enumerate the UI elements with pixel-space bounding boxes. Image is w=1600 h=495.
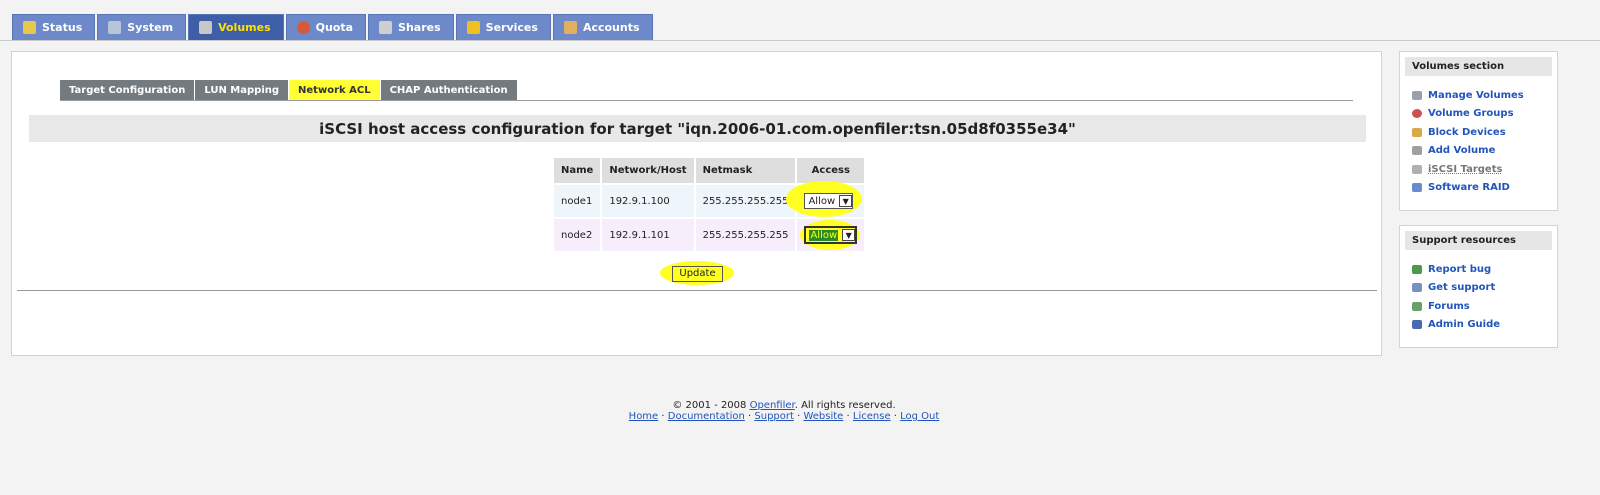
access-select[interactable]: Allow ▼ [804,226,858,244]
tab-services[interactable]: Services [455,14,551,40]
footer-links: Home · Documentation · Support · Website… [628,411,940,422]
iscsi-icon [1412,164,1422,174]
footer-link-documentation[interactable]: Documentation [668,411,745,422]
support-resources-box: Support resources Report bug Get support… [1399,225,1558,348]
sidebar-item-admin-guide[interactable]: Admin Guide [1412,316,1557,335]
openfiler-link[interactable]: Openfiler [750,400,795,411]
volumes-section-heading: Volumes section [1405,57,1552,76]
access-select-wrap: Allow ▼ [800,220,861,250]
support-icon [1412,283,1422,293]
column-header-name: Name [554,158,601,183]
sidebar-item-manage-volumes[interactable]: Manage Volumes [1412,86,1557,105]
main-panel: Target Configuration LUN Mapping Network… [11,51,1382,356]
sidebar-link[interactable]: Get support [1428,282,1495,293]
footer-link-home[interactable]: Home [629,411,659,422]
forums-icon [1412,301,1422,311]
access-select-wrap: Allow ▼ [786,181,863,217]
copyright-prefix: © 2001 - 2008 [672,400,750,411]
sidebar-link[interactable]: iSCSI Targets [1428,164,1502,175]
row-name: node2 [554,219,601,251]
subtab-target-configuration[interactable]: Target Configuration [60,80,195,100]
row-host: 192.9.1.101 [602,219,694,251]
row-netmask: 255.255.255.255 [695,219,796,251]
subnav-divider [60,100,1353,101]
subtab-lun-mapping[interactable]: LUN Mapping [195,80,289,100]
footer-link-website[interactable]: Website [803,411,843,422]
sidebar-item-volume-groups[interactable]: Volume Groups [1412,105,1557,124]
system-icon [108,21,122,34]
table-row: node1 192.9.1.100 255.255.255.255 Allow … [554,181,865,217]
main-nav: Status System Volumes Quota Shares Servi… [12,14,653,40]
chevron-down-icon[interactable]: ▼ [839,195,853,207]
tab-quota[interactable]: Quota [285,14,367,40]
row-access-cell: Allow ▼ [797,219,865,251]
groups-icon [1412,109,1422,119]
row-host: 192.9.1.100 [602,185,694,217]
block-icon [1412,127,1422,137]
sidebar-link[interactable]: Add Volume [1428,145,1495,156]
sidebar-link[interactable]: Software RAID [1428,182,1510,193]
row-netmask: 255.255.255.255 [695,185,796,217]
sidebar-link[interactable]: Block Devices [1428,127,1506,138]
tab-system[interactable]: System [97,14,187,40]
disk-icon [1412,90,1422,100]
table-row: node2 192.9.1.101 255.255.255.255 Allow … [554,219,865,251]
tab-volumes[interactable]: Volumes [188,14,284,40]
support-resources-list: Report bug Get support Forums Admin Guid… [1400,260,1557,334]
sidebar-link[interactable]: Forums [1428,301,1470,312]
sidebar-item-software-raid[interactable]: Software RAID [1412,179,1557,198]
footer-copyright: © 2001 - 2008 Openfiler. All rights rese… [0,400,1568,411]
access-select[interactable]: Allow ▼ [804,193,854,209]
volumes-section-box: Volumes section Manage Volumes Volume Gr… [1399,51,1558,211]
copyright-suffix: . All rights reserved. [794,400,896,411]
volumes-section-list: Manage Volumes Volume Groups Block Devic… [1400,86,1557,197]
tab-shares[interactable]: Shares [368,14,454,40]
quota-icon [296,21,310,34]
table-header-row: Name Network/Host Netmask Access [554,158,865,183]
shares-icon [379,21,393,34]
footer-link-support[interactable]: Support [754,411,794,422]
accounts-icon [563,21,577,34]
tab-accounts[interactable]: Accounts [552,14,653,40]
add-volume-icon [1412,146,1422,156]
status-icon [23,21,36,34]
update-button[interactable]: Update [672,266,723,282]
access-select-value: Allow [809,229,839,241]
sidebar-item-report-bug[interactable]: Report bug [1412,260,1557,279]
column-header-netmask: Netmask [695,158,796,183]
raid-icon [1412,183,1422,193]
page-title: iSCSI host access configuration for targ… [29,115,1366,142]
sidebar-link[interactable]: Report bug [1428,264,1491,275]
content-divider [17,290,1377,291]
sidebar-link[interactable]: Manage Volumes [1428,90,1524,101]
tab-status[interactable]: Status [12,14,96,40]
acl-table: Name Network/Host Netmask Access node1 1… [552,156,866,253]
column-header-network-host: Network/Host [602,158,694,183]
row-access-cell: Allow ▼ [786,181,865,217]
access-select-value: Allow [808,195,836,207]
row-name: node1 [554,185,601,217]
bug-icon [1412,264,1422,274]
services-icon [466,21,480,34]
sidebar-item-forums[interactable]: Forums [1412,297,1557,316]
volumes-icon [199,21,213,34]
guide-icon [1412,320,1422,330]
chevron-down-icon[interactable]: ▼ [842,229,856,241]
sub-nav: Target Configuration LUN Mapping Network… [60,75,517,104]
sidebar-link[interactable]: Admin Guide [1428,319,1500,330]
update-button-wrap: Update [660,261,734,285]
sidebar-item-block-devices[interactable]: Block Devices [1412,123,1557,142]
sidebar-link[interactable]: Volume Groups [1428,108,1514,119]
footer-link-license[interactable]: License [853,411,891,422]
nav-divider [0,40,1600,41]
sidebar-item-iscsi-targets[interactable]: iSCSI Targets [1412,160,1557,179]
support-resources-heading: Support resources [1405,231,1552,250]
subtab-chap-authentication[interactable]: CHAP Authentication [380,80,517,100]
sidebar-item-get-support[interactable]: Get support [1412,279,1557,298]
column-header-access: Access [797,158,865,183]
footer-link-log-out[interactable]: Log Out [900,411,939,422]
subtab-network-acl[interactable]: Network ACL [285,75,384,104]
sidebar-item-add-volume[interactable]: Add Volume [1412,142,1557,161]
